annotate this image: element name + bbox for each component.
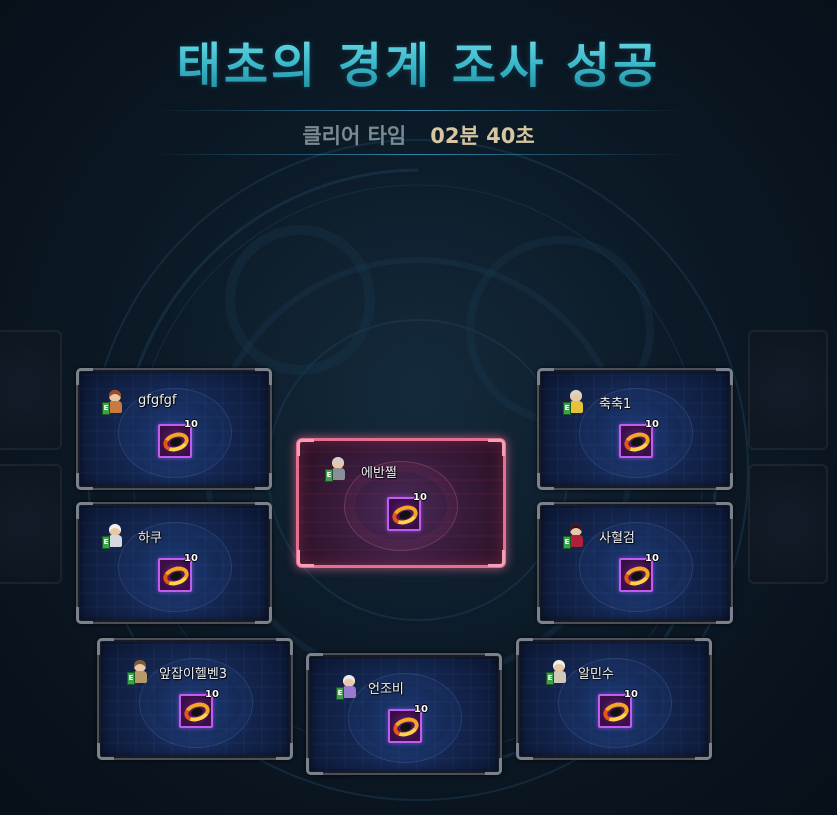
character-name: 언조비 <box>368 682 404 697</box>
item-level-badge: 10 <box>184 419 198 430</box>
result-title: 태초의 경계 조사 성공 <box>0 26 837 96</box>
character-name: gfgfgf <box>138 393 177 408</box>
clear-time: 클리어 타임 02분 40초 <box>0 120 837 150</box>
party-card: E 축축1 10 <box>537 368 733 490</box>
offscreen-card-left-bottom <box>0 464 62 584</box>
item-level-badge: 10 <box>413 492 427 503</box>
item-level-badge: 10 <box>645 553 659 564</box>
character-avatar-icon: E <box>325 457 347 482</box>
item-level-badge: 10 <box>205 689 219 700</box>
party-card: E 언조비 10 <box>306 653 502 775</box>
character-avatar-icon: E <box>127 660 149 685</box>
character-name: 알민수 <box>578 667 614 682</box>
title-divider-top <box>150 110 687 111</box>
character-name: 하쿠 <box>138 531 162 546</box>
character-avatar-icon: E <box>546 660 568 685</box>
character-avatar-icon: E <box>336 675 358 700</box>
offscreen-card-right-bottom <box>748 464 828 584</box>
offscreen-card-right-top <box>748 330 828 450</box>
character-avatar-icon: E <box>102 524 124 549</box>
party-card: E gfgfgf 10 <box>76 368 272 490</box>
character-avatar-icon: E <box>563 390 585 415</box>
clear-time-value: 02분 40초 <box>430 124 535 148</box>
character-avatar-icon: E <box>102 390 124 415</box>
item-level-badge: 10 <box>624 689 638 700</box>
party-card: E 알민수 10 <box>516 638 712 760</box>
title-divider-bottom <box>150 154 687 155</box>
character-name: 에반쩔 <box>361 466 397 481</box>
party-card: E 하쿠 10 <box>76 502 272 624</box>
party-card: E 앞잡이헬벤3 10 <box>97 638 293 760</box>
item-level-badge: 10 <box>184 553 198 564</box>
character-name: 사혈검 <box>599 531 635 546</box>
party-card-self: E 에반쩔 10 <box>296 438 506 568</box>
clear-time-label: 클리어 타임 <box>302 124 407 148</box>
item-level-badge: 10 <box>645 419 659 430</box>
item-level-badge: 10 <box>414 704 428 715</box>
offscreen-card-left-top <box>0 330 62 450</box>
character-name: 축축1 <box>599 397 632 412</box>
character-name: 앞잡이헬벤3 <box>159 667 228 682</box>
character-avatar-icon: E <box>563 524 585 549</box>
party-card: E 사혈검 10 <box>537 502 733 624</box>
